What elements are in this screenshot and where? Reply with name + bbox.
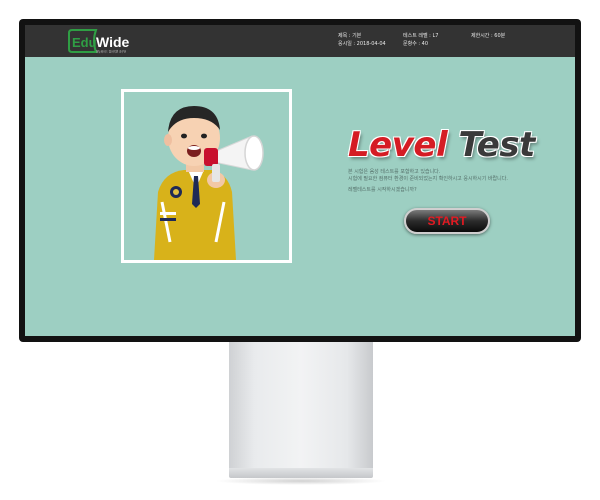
top-bar: Edu Wide 에듀와이드 영어학원 솔루션 제목 : 기본 응시일 : 20… <box>25 25 575 57</box>
description-line-1: 본 시험은 음성 테스트를 포함하고 있습니다. <box>348 169 441 175</box>
time-limit-label: 제한시간 : 60분 <box>471 33 506 39</box>
stand-shadow <box>215 477 387 485</box>
start-button[interactable]: START <box>404 208 490 234</box>
screen: Edu Wide 에듀와이드 영어학원 솔루션 제목 : 기본 응시일 : 20… <box>25 25 575 336</box>
count-label: 문항수 : 40 <box>403 41 429 47</box>
logo-tagline: 에듀와이드 영어학원 솔루션 <box>96 50 127 54</box>
description-line-2: 시험에 필요한 컴퓨터 환경이 준비되었는지 확인하시고 응시하시기 바랍니다. <box>348 176 508 182</box>
logo-edu-text: Edu <box>72 35 97 50</box>
child-megaphone-image <box>124 92 289 260</box>
eduwide-logo[interactable]: Edu Wide 에듀와이드 영어학원 솔루션 <box>66 27 132 55</box>
logo-wide-text: Wide <box>96 34 130 50</box>
photo-frame <box>121 89 292 263</box>
subject-label: 제목 : 기본 <box>338 33 362 39</box>
monitor-stand-base <box>229 468 373 478</box>
monitor-stand <box>229 341 373 469</box>
title-word-test: Test <box>458 125 535 165</box>
description-line-3: 레벨테스트를 시작하시겠습니까? <box>348 187 417 193</box>
level-test-title: Level Test <box>348 125 535 165</box>
date-label: 응시일 : 2018-04-04 <box>338 41 386 47</box>
level-label: 테스트 레벨 : L7 <box>403 33 439 39</box>
title-word-level: Level <box>348 125 448 165</box>
